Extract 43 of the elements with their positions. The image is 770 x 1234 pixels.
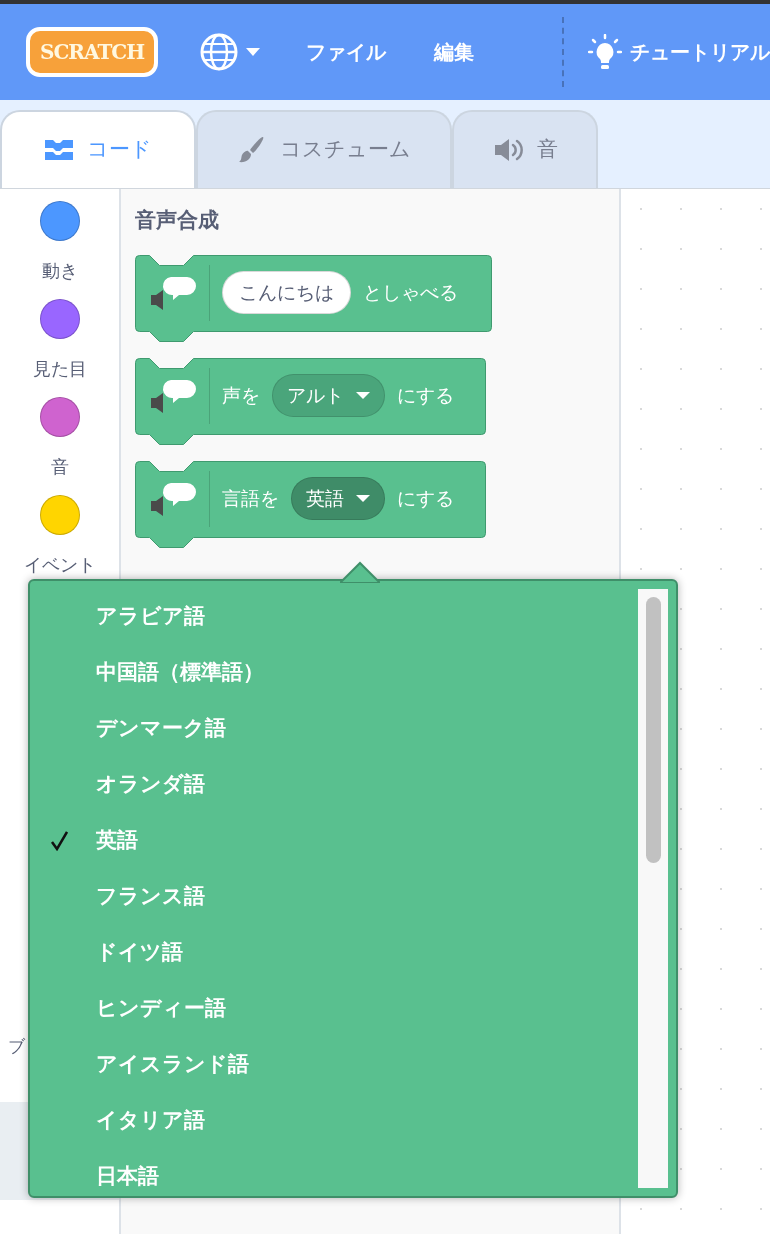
menu-item[interactable]: ファイル — [306, 37, 387, 67]
category-item[interactable]: 見た目 — [0, 299, 119, 397]
globe-icon — [200, 33, 239, 71]
lightbulb-icon — [588, 34, 623, 70]
block-label: にする — [397, 383, 454, 409]
dropdown-option[interactable]: イタリア語 — [30, 1093, 676, 1149]
category-label: イベント — [23, 553, 96, 577]
speaker-icon — [492, 136, 523, 164]
caret-icon — [356, 495, 370, 502]
dropdown-option[interactable]: オランダ語 — [30, 757, 676, 813]
block-label: にする — [397, 486, 454, 512]
dropdown-option[interactable]: 英語 — [30, 813, 676, 869]
editor-tab[interactable]: コード — [0, 110, 196, 188]
dropdown-option[interactable]: デンマーク語 — [30, 701, 676, 757]
dropdown-option[interactable]: アイスランド語 — [30, 1037, 676, 1093]
scratch-logo[interactable]: SCRATCH — [26, 27, 159, 77]
category-label: 動き — [41, 259, 78, 283]
dropdown-option[interactable]: 日本語 — [30, 1149, 676, 1205]
paintbrush-icon — [237, 136, 266, 164]
category-item[interactable]: 音 — [0, 397, 119, 495]
dropdown-option[interactable]: ドイツ語 — [30, 925, 676, 981]
category-item[interactable]: 動き — [0, 201, 119, 299]
caret-icon — [356, 392, 370, 399]
dropdown-option[interactable]: フランス語 — [30, 869, 676, 925]
code-blocks-icon — [44, 138, 73, 162]
editor-tab[interactable]: コスチューム — [196, 110, 452, 188]
caret-icon — [246, 48, 261, 56]
dropdown-menu-field[interactable]: 英語 — [291, 477, 385, 520]
language-menu-button[interactable] — [200, 33, 261, 71]
scrollbar-thumb[interactable] — [646, 597, 661, 863]
dropdown-menu-field[interactable]: アルト — [272, 374, 385, 417]
block-label: 言語を — [222, 486, 279, 512]
category-label: 音 — [50, 455, 69, 479]
menu-item[interactable]: 編集 — [434, 37, 475, 67]
palette-heading: 音声合成 — [135, 207, 220, 234]
block-label: としゃべる — [363, 280, 458, 306]
category-label: 見た目 — [32, 357, 87, 381]
tutorials-button[interactable]: チュートリアル — [588, 34, 770, 70]
dropdown-option[interactable]: 中国語（標準語） — [30, 645, 676, 701]
dropdown-option[interactable]: ヒンディー語 — [30, 981, 676, 1037]
block-label: 声を — [222, 383, 260, 409]
text-input[interactable]: こんにちは — [222, 271, 351, 314]
editor-tab[interactable]: 音 — [452, 110, 598, 188]
